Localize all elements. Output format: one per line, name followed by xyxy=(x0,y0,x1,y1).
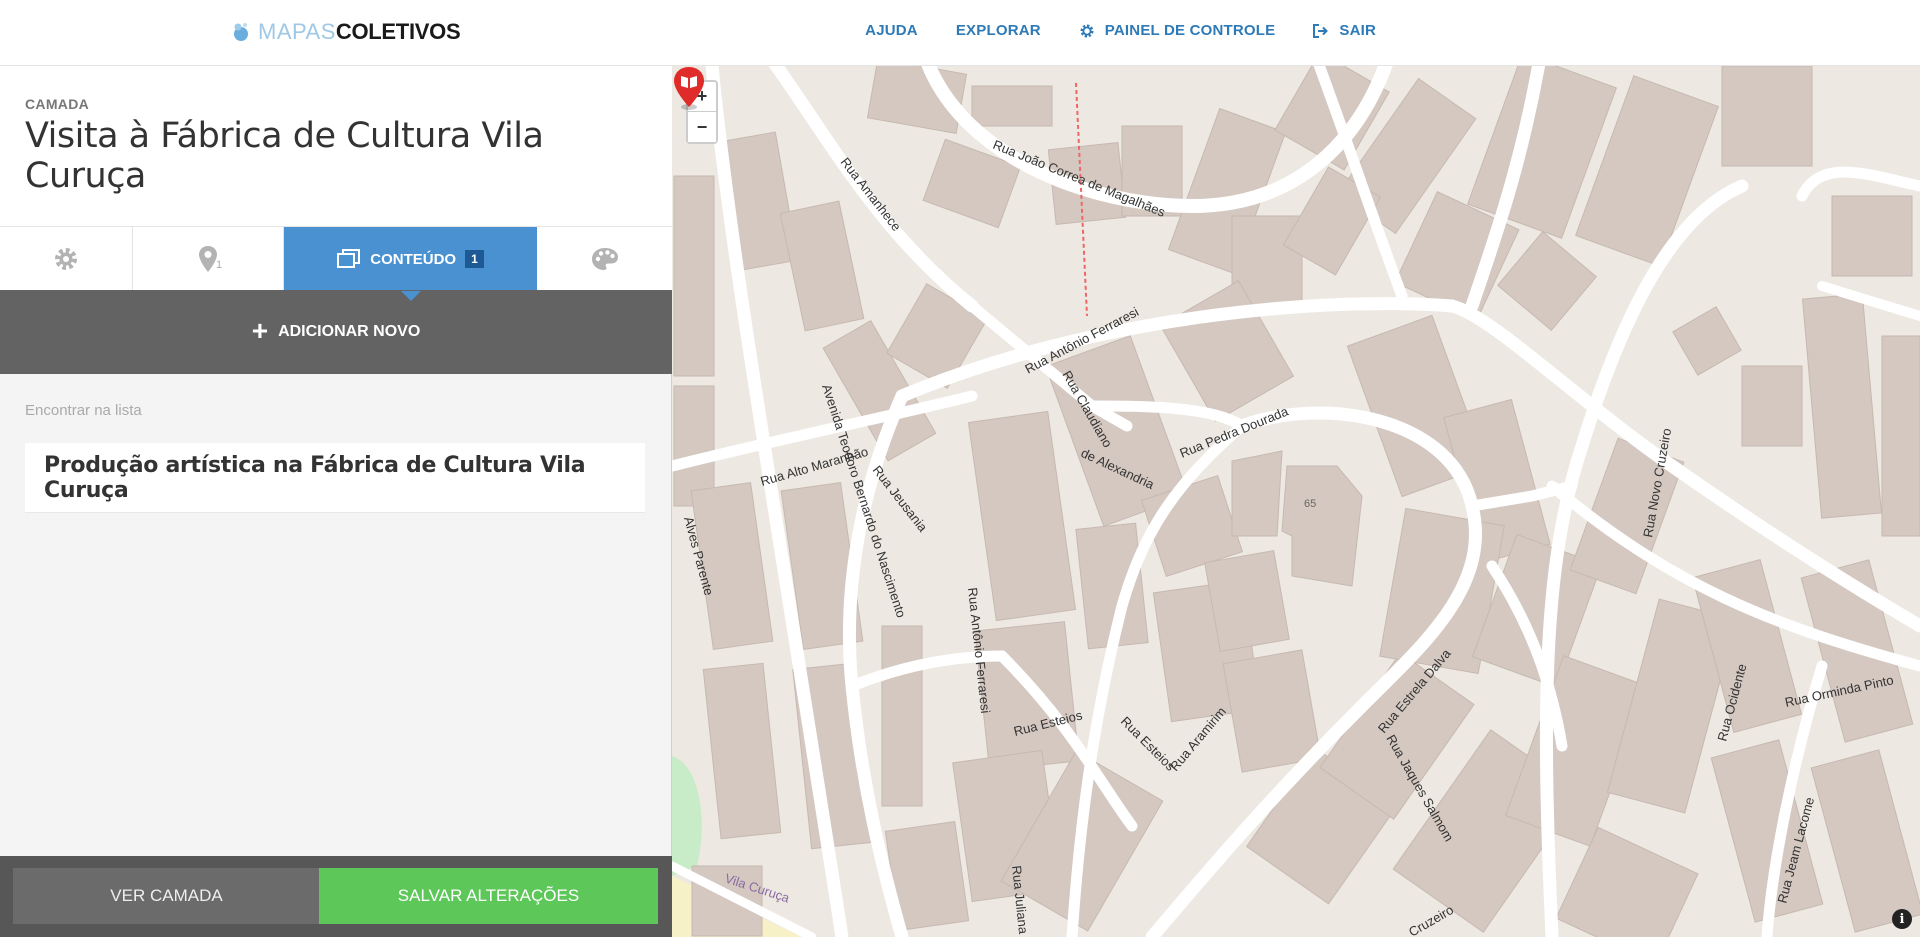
tab-features[interactable]: 1 xyxy=(133,227,284,291)
search-input[interactable] xyxy=(25,398,645,422)
top-header: MAPAS COLETIVOS AJUDA EXPLORAR PAINEL DE… xyxy=(0,0,1920,66)
zoom-out-button[interactable]: − xyxy=(688,112,716,142)
palette-icon xyxy=(591,248,618,270)
nav-explorar[interactable]: EXPLORAR xyxy=(956,22,1041,39)
view-layer-button[interactable]: VER CAMADA xyxy=(13,868,320,924)
main-nav: AJUDA EXPLORAR PAINEL DE CONTROLE SAIR xyxy=(865,22,1376,39)
nav-ajuda[interactable]: AJUDA xyxy=(865,22,918,39)
logo-text-bold: COLETIVOS xyxy=(335,19,461,44)
gear-icon xyxy=(1080,24,1094,37)
nav-painel-label: PAINEL DE CONTROLE xyxy=(1104,22,1276,39)
mapas-coletivos-logo[interactable]: MAPAS COLETIVOS xyxy=(232,18,461,46)
map-marker[interactable] xyxy=(672,66,706,110)
layer-header: CAMADA Visita à Fábrica de Cultura Vila … xyxy=(0,66,672,226)
nav-sair-label: SAIR xyxy=(1339,22,1376,39)
tab-content[interactable]: CONTEÚDO 1 xyxy=(284,227,537,301)
plus-icon: + xyxy=(251,314,269,346)
nav-ajuda-label: AJUDA xyxy=(865,22,918,39)
tab-style[interactable] xyxy=(537,227,672,291)
content-count-badge: 1 xyxy=(465,250,484,268)
logo-text-light: MAPAS xyxy=(258,19,336,44)
logo-icon xyxy=(234,23,248,41)
nav-sair[interactable]: SAIR xyxy=(1313,22,1376,39)
map-tiles: Rua Amanhece Rua João Correa de Magalhãe… xyxy=(672,66,1920,937)
nav-painel-de-controle[interactable]: PAINEL DE CONTROLE xyxy=(1079,22,1276,39)
gear-icon xyxy=(55,248,77,270)
features-count: 1 xyxy=(216,259,223,271)
tab-content-label: CONTEÚDO xyxy=(370,250,457,268)
map-canvas[interactable]: Rua Amanhece Rua João Correa de Magalhãe… xyxy=(672,66,1920,937)
add-new-label: ADICIONAR NOVO xyxy=(278,323,421,340)
add-new-button[interactable]: + ADICIONAR NOVO xyxy=(0,290,672,374)
list-item[interactable]: Produção artística na Fábrica de Cultura… xyxy=(25,443,645,513)
content-icon xyxy=(337,249,361,268)
logout-icon xyxy=(1313,23,1329,38)
active-tab-arrow xyxy=(400,291,421,301)
list-item-title: Produção artística na Fábrica de Cultura… xyxy=(44,452,586,503)
map-pin-icon xyxy=(199,246,217,272)
sidebar-footer: VER CAMADA SALVAR ALTERAÇÕES xyxy=(0,856,672,937)
layer-title: Visita à Fábrica de Cultura Vila Curuça xyxy=(25,116,544,196)
marker-label: 65 xyxy=(1304,498,1317,510)
save-changes-button[interactable]: SALVAR ALTERAÇÕES xyxy=(319,868,658,924)
layer-label: CAMADA xyxy=(25,96,90,112)
layer-sidebar: CAMADA Visita à Fábrica de Cultura Vila … xyxy=(0,66,672,937)
nav-explorar-label: EXPLORAR xyxy=(955,22,1041,39)
tab-settings[interactable] xyxy=(0,227,133,291)
attribution-info-button[interactable]: i xyxy=(1892,909,1912,929)
layer-tabs: 1 CONTEÚDO 1 xyxy=(0,226,672,301)
